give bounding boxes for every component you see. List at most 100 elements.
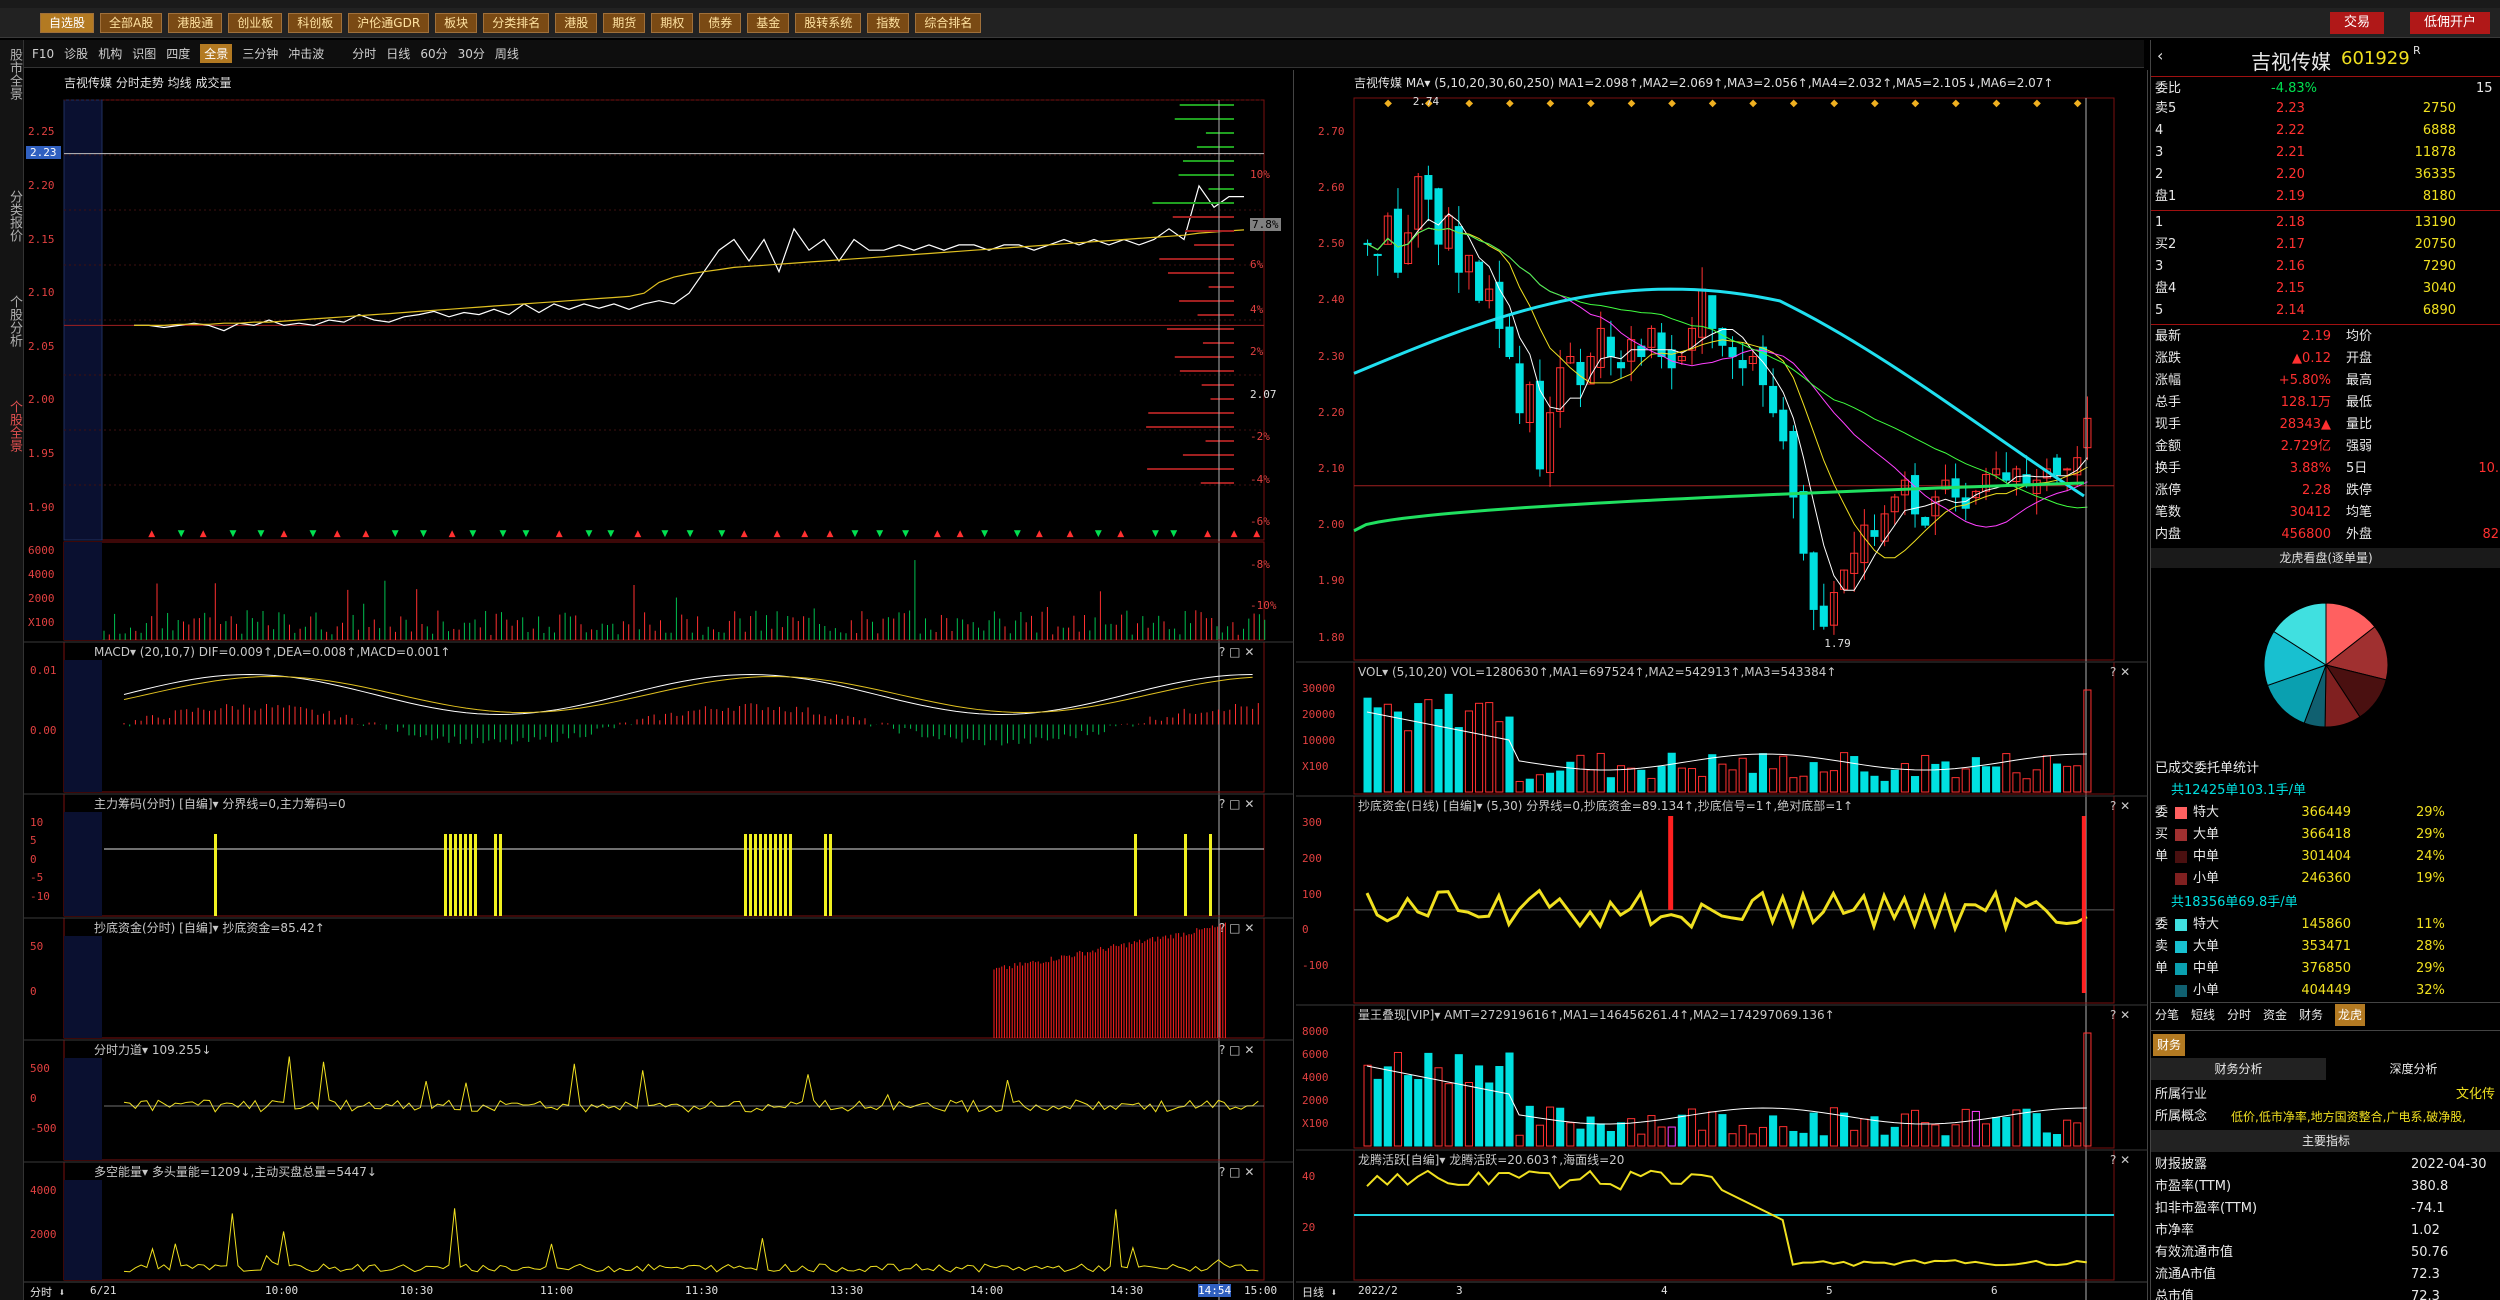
panel-close-icon[interactable]: ? □ ✕ (1219, 795, 1254, 813)
stat-label: 涨停 (2155, 483, 2182, 498)
sub-axis-tick: 2000 (1302, 1094, 1329, 1107)
toolbar-tab[interactable]: F10 (32, 47, 54, 61)
top-menu-item[interactable]: 债券 (699, 12, 742, 33)
kline-low-label: 1.79 (1824, 637, 1851, 651)
quote-panel: ‹ 吉视传媒 601929 R 委比 -4.83% 15 卖5 2.23 2750 4 2.22 688… (2150, 40, 2500, 1300)
stat-label: 内盘 (2155, 527, 2182, 542)
sub-axis-tick: X100 (1302, 1117, 1329, 1130)
svg-text:▼: ▼ (852, 529, 859, 539)
top-menu-item[interactable]: 科创板 (288, 12, 343, 33)
panel-close-icon[interactable]: ? □ ✕ (1219, 1041, 1254, 1059)
panel-close-icon[interactable]: ? □ ✕ (1219, 919, 1254, 937)
order-pct: 28% (2416, 939, 2445, 954)
toolbar-tab[interactable]: 识图 (132, 45, 156, 62)
period-tab[interactable]: 30分 (458, 45, 485, 62)
top-menu-item[interactable]: 期货 (603, 12, 646, 33)
panel-close-icon[interactable]: ? ✕ (2110, 797, 2130, 815)
order-volume: 366418 (2301, 827, 2351, 842)
sub-axis-tick: 20 (1302, 1221, 1316, 1234)
sub-axis-tick: 0 (30, 852, 37, 866)
top-menu-item[interactable]: 自选股 (40, 12, 95, 33)
toolbar-tab[interactable]: 诊股 (64, 45, 88, 62)
top-menu-item[interactable]: 板块 (435, 12, 478, 33)
sub-axis-tick: 10000 (1302, 734, 1336, 747)
back-icon[interactable]: ‹ (2157, 46, 2163, 65)
order-pct: 32% (2416, 983, 2445, 998)
finance-analysis-tab[interactable]: 财务分析 (2151, 1058, 2326, 1080)
quote-tab[interactable]: 短线 (2191, 1004, 2215, 1026)
finance-tab[interactable]: 财务 (2153, 1034, 2186, 1056)
top-menu-item[interactable]: 全部A股 (100, 12, 163, 33)
top-menu-item[interactable]: 期权 (651, 12, 694, 33)
quote-tab[interactable]: 龙虎 (2335, 1004, 2366, 1026)
divider (2151, 1002, 2500, 1003)
stock-code: 601929 (2341, 48, 2410, 69)
kline-price-tick: 2.70 (1318, 124, 1345, 138)
top-menu-item[interactable]: 基金 (747, 12, 790, 33)
vol-axis-tick: 2000 (28, 592, 55, 605)
left-tab-1[interactable]: 分类报价 (2, 190, 22, 242)
vol-axis-tick: X100 (28, 616, 55, 629)
svg-text:▲: ▲ (1036, 529, 1043, 539)
top-menu-item[interactable]: 指数 (867, 12, 910, 33)
toolbar-tab[interactable]: 全景 (200, 44, 233, 63)
kline-price-tick: 1.80 (1318, 630, 1345, 644)
quote-tab[interactable]: 分时 (2227, 1004, 2251, 1026)
svg-text:▲: ▲ (449, 529, 456, 539)
stat-label: 换手 (2155, 461, 2182, 476)
sub-panel-header-left: MACD▾ (20,10,7) DIF=0.009↑,DEA=0.008↑,MA… (94, 645, 451, 659)
stat-label: 现手 (2155, 417, 2182, 432)
quote-tab[interactable]: 资金 (2263, 1004, 2287, 1026)
svg-text:▲: ▲ (774, 529, 781, 539)
top-menu-item[interactable]: 综合排名 (915, 12, 982, 33)
deep-analysis-tab[interactable]: 深度分析 (2326, 1058, 2500, 1080)
row-tag: 委 (2155, 917, 2169, 932)
order-pct: 29% (2416, 805, 2445, 820)
period-tab[interactable]: 分时 (352, 45, 376, 62)
toolbar-tab[interactable]: 三分钟 (242, 45, 278, 62)
sell-price: 2.23 (2276, 101, 2305, 116)
top-menu-item[interactable]: 港股 (555, 12, 598, 33)
stat-label: 均笔 (2346, 505, 2373, 520)
color-swatch (2175, 941, 2187, 953)
top-menu-item[interactable]: 创业板 (228, 12, 283, 33)
panel-close-icon[interactable]: ? ✕ (2110, 1151, 2130, 1169)
panel-close-icon[interactable]: ? □ ✕ (1219, 643, 1254, 661)
stat-label: 总手 (2155, 395, 2182, 410)
trade-button[interactable]: 交易 (2330, 12, 2385, 34)
top-menu-item[interactable]: 港股通 (168, 12, 223, 33)
order-size: 小单 (2193, 983, 2220, 998)
stat-label: 最高 (2346, 373, 2373, 388)
time-axis-tick: 6/21 (90, 1284, 117, 1297)
buy-level: 1 (2155, 215, 2164, 230)
quote-tab[interactable]: 分笔 (2155, 1004, 2179, 1026)
top-menu-item[interactable]: 股转系统 (795, 12, 862, 33)
date-mode-button[interactable]: 日线 ⬇ (1302, 1284, 1337, 1300)
sell-volume: 11878 (2414, 145, 2456, 160)
time-mode-button[interactable]: 分时 ⬇ (30, 1284, 65, 1300)
sell-price: 2.22 (2276, 123, 2305, 138)
chart-toolbar: F10 诊股 机构 识图 四度 全景 三分钟 冲击波 分时 日线 60分 30分 周线 (24, 40, 2144, 68)
svg-text:▼: ▼ (902, 529, 909, 539)
toolbar-tab[interactable]: 四度 (166, 45, 190, 62)
panel-close-icon[interactable]: ? □ ✕ (1219, 1163, 1254, 1181)
open-account-button[interactable]: 低佣开户 (2410, 12, 2491, 34)
top-menu-item[interactable]: 沪伦通GDR (348, 12, 430, 33)
sub-panel-header-left: 分时力道▾ 109.255↓ (94, 1043, 212, 1057)
period-tab[interactable]: 周线 (495, 45, 519, 62)
toolbar-tab[interactable]: 冲击波 (288, 45, 324, 62)
period-tab[interactable]: 日线 (386, 45, 410, 62)
sub-axis-tick: -10 (30, 889, 50, 903)
row-tag: 单 (2155, 961, 2169, 976)
left-tab-0[interactable]: 股市全景 (2, 48, 22, 100)
left-tab-2[interactable]: 个股分析 (2, 295, 22, 347)
sell-level: 3 (2155, 145, 2164, 160)
period-tab[interactable]: 60分 (420, 45, 447, 62)
date-axis-tick: 4 (1661, 1284, 1668, 1297)
left-tab-3[interactable]: 个股全景 (2, 400, 22, 452)
quote-tab[interactable]: 财务 (2299, 1004, 2323, 1026)
toolbar-tab[interactable]: 机构 (98, 45, 122, 62)
panel-close-icon[interactable]: ? ✕ (2110, 1006, 2130, 1024)
panel-close-icon[interactable]: ? ✕ (2110, 663, 2130, 681)
top-menu-item[interactable]: 分类排名 (483, 12, 550, 33)
